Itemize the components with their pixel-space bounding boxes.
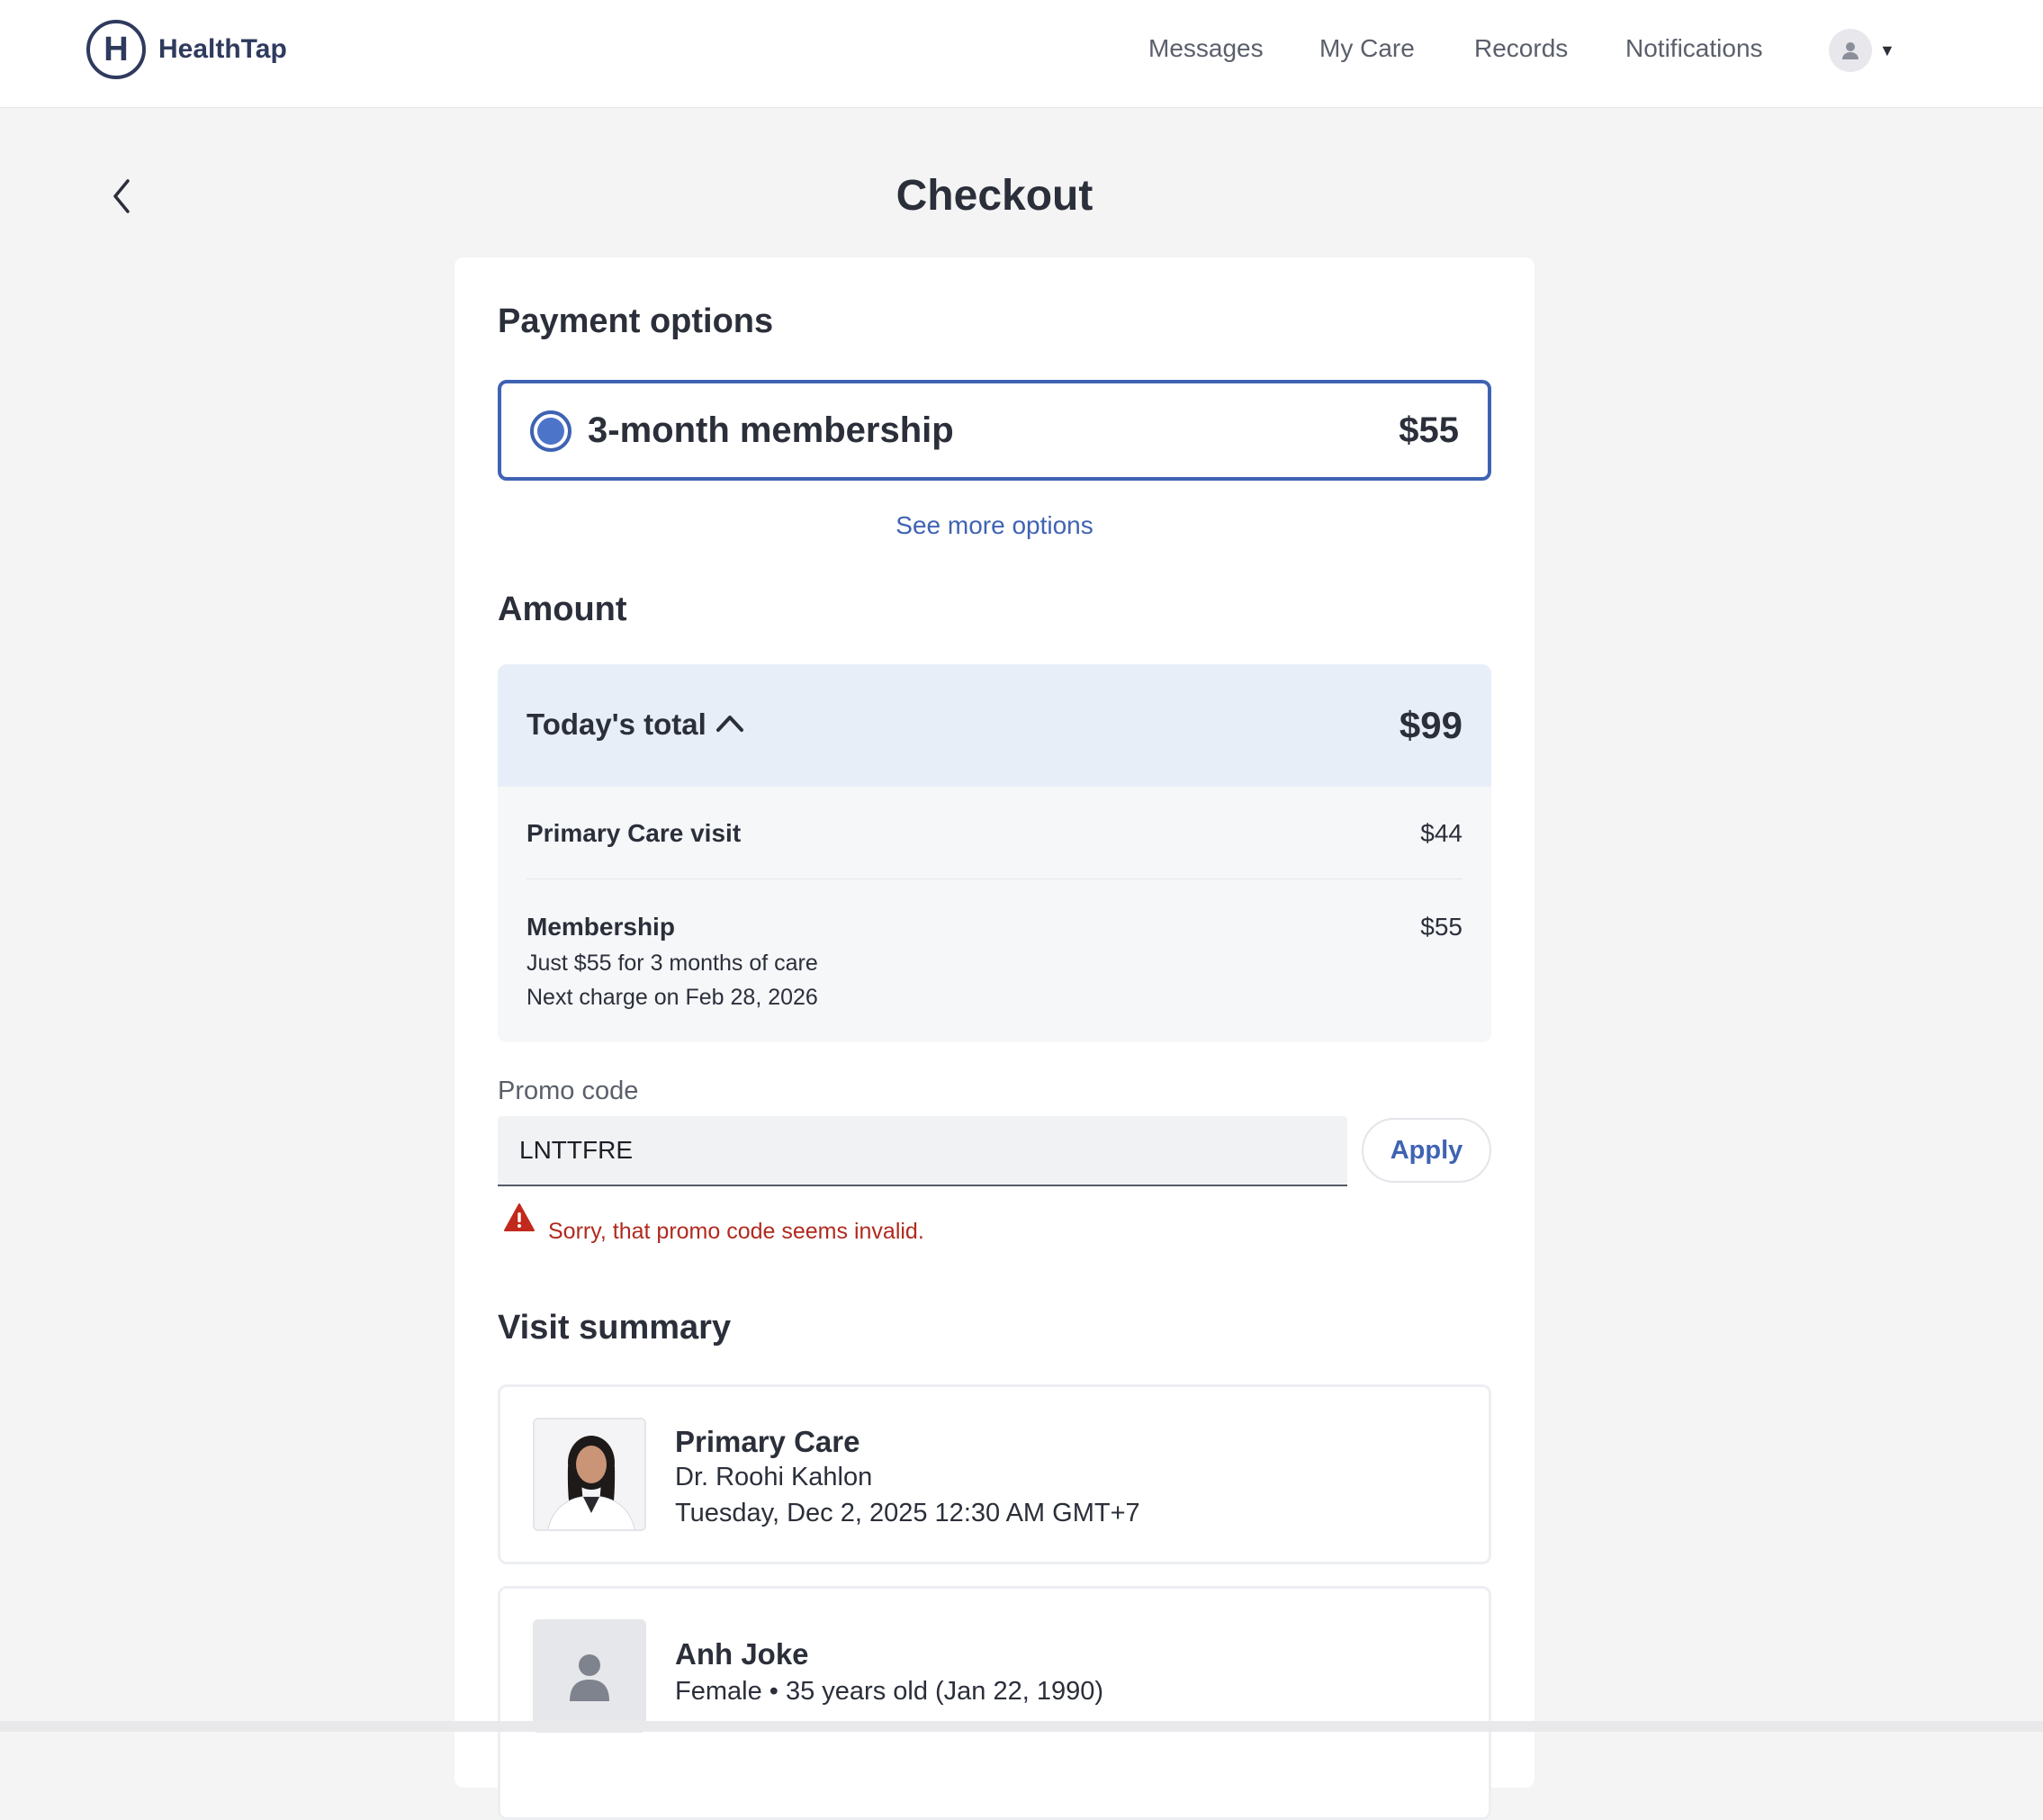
visit-datetime: Tuesday, Dec 2, 2025 12:30 AM GMT+7: [675, 1499, 1140, 1527]
divider: [526, 878, 1462, 879]
caret-down-icon[interactable]: ▼: [1879, 41, 1895, 60]
patient-details: Female • 35 years old (Jan 22, 1990): [675, 1677, 1104, 1706]
todays-total-label: Today's total: [526, 707, 706, 741]
todays-total-amount: $99: [1399, 704, 1462, 746]
brand-name: HealthTap: [158, 34, 287, 64]
doctor-photo: [533, 1418, 646, 1531]
line-item-amount: $55: [1420, 913, 1462, 941]
plan-price: $55: [1399, 410, 1459, 450]
plan-radio[interactable]: [530, 410, 572, 452]
healthtap-logo-icon: H: [86, 20, 146, 79]
plan-option-selected[interactable]: 3-month membership $55: [498, 380, 1491, 481]
nav-messages[interactable]: Messages: [1148, 34, 1264, 63]
warning-icon: [504, 1203, 535, 1231]
promo-code-input[interactable]: [498, 1116, 1347, 1186]
visit-type: Primary Care: [675, 1425, 860, 1458]
line-item-label: Membership: [526, 913, 675, 941]
person-placeholder-icon: [533, 1619, 646, 1733]
membership-detail: Just $55 for 3 months of care: [526, 951, 818, 976]
checkout-card: Payment options 3-month membership $55 S…: [454, 257, 1534, 1820]
patient-name: Anh Joke: [675, 1637, 809, 1671]
promo-code-label: Promo code: [498, 1077, 639, 1105]
doctor-name: Dr. Roohi Kahlon: [675, 1463, 873, 1491]
todays-total-row[interactable]: Today's total $99: [498, 664, 1491, 787]
nav-records[interactable]: Records: [1474, 34, 1568, 63]
visit-card: Primary Care Dr. Roohi Kahlon Tuesday, D…: [498, 1384, 1491, 1564]
top-navigation-bar: H HealthTap Messages My Care Records Not…: [0, 0, 2043, 108]
line-item-amount: $44: [1420, 819, 1462, 847]
amount-heading: Amount: [498, 590, 627, 628]
see-more-options-link[interactable]: See more options: [454, 511, 1534, 540]
bottom-edge: [0, 1721, 2043, 1732]
brand-logo[interactable]: H HealthTap: [86, 20, 287, 79]
page-title: Checkout: [896, 172, 1094, 220]
visit-summary-heading: Visit summary: [498, 1309, 732, 1347]
patient-card: Anh Joke Female • 35 years old (Jan 22, …: [498, 1586, 1491, 1820]
line-item-label: Primary Care visit: [526, 819, 742, 847]
plan-label: 3-month membership: [588, 410, 954, 450]
nav-notifications[interactable]: Notifications: [1625, 34, 1763, 63]
membership-next-charge: Next charge on Feb 28, 2026: [526, 985, 818, 1010]
payment-options-heading: Payment options: [498, 302, 774, 340]
user-avatar-icon[interactable]: [1829, 29, 1872, 72]
promo-error-message: Sorry, that promo code seems invalid.: [548, 1219, 924, 1244]
apply-button[interactable]: Apply: [1362, 1118, 1491, 1183]
amount-breakdown: Today's total $99 Primary Care visit $44…: [498, 664, 1491, 1042]
nav-my-care[interactable]: My Care: [1319, 34, 1415, 63]
chevron-up-icon[interactable]: [714, 707, 746, 740]
